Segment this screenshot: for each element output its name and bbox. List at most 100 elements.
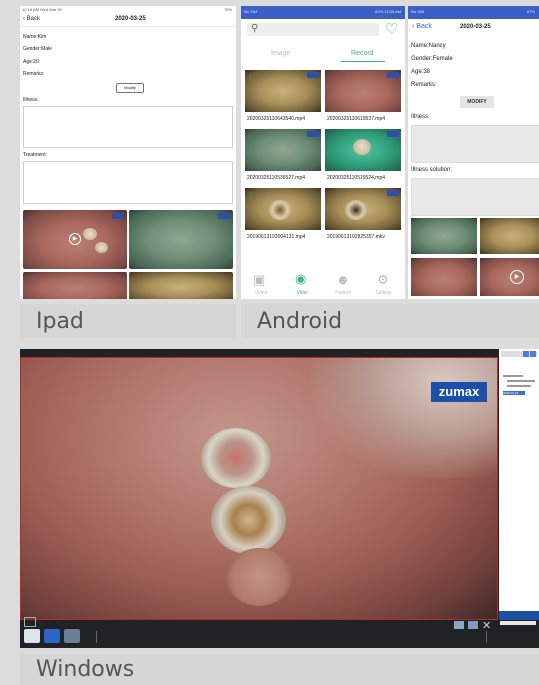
android-patient-screenshot: No SIM 87% ‹ Back 2020-03-25 Name:Nancy … [408, 6, 539, 299]
video-thumbnail[interactable] [325, 129, 401, 171]
folder-icon[interactable] [468, 621, 478, 629]
ipad-gender: Gender:Male [23, 46, 52, 52]
heart-icon[interactable]: ♡ [385, 20, 398, 38]
tab-image[interactable]: Image [271, 50, 290, 57]
video-filename: 20200325110619537.mp4 [327, 116, 386, 122]
android-search-input[interactable]: ⚲ [247, 23, 379, 36]
android-modify-button[interactable]: MODIFY [460, 96, 494, 108]
nav-setting[interactable]: Setting [363, 290, 403, 296]
live-camera-view[interactable]: zumax [20, 357, 498, 620]
android-age: Age:38 [411, 69, 431, 75]
menu-icon[interactable] [24, 617, 36, 627]
video-filename: 20190613192825357.mkv [327, 234, 385, 240]
capture-icon[interactable] [64, 629, 80, 643]
zumax-tag-icon [387, 131, 399, 137]
nav-view[interactable]: View [282, 290, 322, 296]
video-thumbnail[interactable] [325, 188, 401, 230]
nav-video[interactable]: Video [241, 290, 281, 296]
tab-indicator [341, 61, 385, 62]
favorite-icon[interactable]: ♡ [248, 73, 255, 82]
info-icon[interactable] [530, 351, 536, 357]
video-thumbnail[interactable] [325, 70, 401, 112]
ipad-remarks: Remarks: [23, 71, 45, 77]
android-gallery-screenshot: No SIM 82% 11:05 AM ⚲ ♡ Image Record ♡ 2… [241, 6, 405, 299]
ipad-treatment-field[interactable] [23, 161, 233, 204]
ipad-back-button[interactable]: ‹ Back [23, 16, 40, 22]
ipad-thumbnail-image[interactable] [129, 210, 233, 269]
tooth [353, 139, 371, 155]
ipad-modify-button[interactable]: Modify [116, 83, 144, 93]
record-icon[interactable] [44, 629, 60, 643]
tree-item[interactable] [507, 380, 535, 382]
favorite-icon[interactable]: ♡ [248, 191, 255, 200]
ipad-status-battery: 75% [223, 7, 232, 12]
video-filename: 20200325110643540.mp4 [247, 116, 306, 122]
patient-icon[interactable]: ☻ [336, 272, 350, 287]
play-icon[interactable]: ▶ [510, 270, 524, 284]
zumax-tag-icon [307, 72, 319, 78]
zumax-logo: zumax [431, 382, 487, 402]
ipad-screenshot: 10:18 AM Wed Mar 25 75% ‹ Back 2020-03-2… [20, 6, 236, 299]
android-gender: Gender:Female [411, 56, 453, 62]
tooth-back [226, 548, 292, 606]
search-icon: ⚲ [251, 23, 259, 34]
tooth-molar [211, 486, 286, 554]
android-status-carrier: No SIM [244, 9, 258, 14]
zumax-tag-icon [112, 213, 124, 219]
patient-thumbnail[interactable]: ▶ [480, 258, 539, 296]
patient-thumbnail[interactable] [411, 258, 477, 296]
android-illness-field[interactable] [411, 125, 539, 163]
video-filename: 20190613193004131.mp4 [247, 234, 306, 240]
ipad-illness-label: Illness: [23, 97, 39, 103]
android-name: Name:Nancy [411, 43, 446, 49]
divider [20, 26, 236, 27]
ipad-treatment-label: Treatment: [23, 152, 47, 158]
android-illness-label: Illness: [411, 114, 430, 120]
gear-icon[interactable]: ⚙ [377, 272, 389, 288]
eye-icon[interactable]: ◉ [295, 271, 306, 287]
tab-record[interactable]: Record [351, 50, 374, 57]
tooth-crown [201, 428, 271, 488]
ipad-thumbnail-video[interactable]: ▶ [23, 210, 127, 269]
thumbnail-strip[interactable] [500, 621, 536, 625]
android-status-carrier: No SIM [411, 9, 425, 14]
patient-tree-panel: 2020-03-25 [499, 349, 539, 620]
snapshot-icon[interactable] [454, 621, 464, 629]
tooth [345, 200, 367, 220]
video-filename: 20200325110519524.mp4 [327, 175, 386, 181]
android-remarks: Remarks: [411, 82, 437, 88]
settings-icon[interactable] [523, 351, 529, 357]
zumax-tag-icon [387, 72, 399, 78]
zumax-tag-icon [218, 213, 230, 219]
tree-footer [499, 611, 539, 620]
zumax-tag-icon [307, 131, 319, 137]
ipad-illness-field[interactable] [23, 106, 233, 148]
android-status-time: 82% 11:05 AM [375, 9, 401, 14]
patient-thumbnail[interactable] [411, 218, 477, 254]
caption-windows: Windows [20, 654, 539, 685]
video-thumbnail[interactable] [245, 129, 321, 171]
tooth [95, 242, 108, 253]
play-icon[interactable]: ▶ [69, 233, 81, 245]
ipad-status-time: 10:18 AM Wed Mar 25 [22, 7, 62, 12]
android-status-bar: No SIM 87% [408, 6, 539, 19]
video-camera-icon[interactable]: ▣ [253, 272, 265, 288]
divider [486, 631, 487, 643]
chevron-left-icon: ‹ [412, 23, 415, 30]
ipad-thumbnail-image[interactable] [129, 272, 233, 299]
video-thumbnail[interactable]: ♡ [245, 70, 321, 112]
patient-thumbnail[interactable] [480, 218, 539, 254]
android-illness-solution-field[interactable] [411, 178, 539, 216]
tree-item[interactable] [507, 385, 531, 387]
video-thumbnail[interactable]: ♡ [245, 188, 321, 230]
ipad-thumbnail-image[interactable] [23, 272, 127, 299]
android-back-button[interactable]: ‹ Back [412, 23, 432, 30]
palate-region [311, 358, 497, 478]
tooth [269, 200, 291, 220]
android-illness-solution-label: Illness solution: [411, 167, 453, 173]
camera-icon[interactable] [24, 629, 40, 643]
nav-patient[interactable]: Patient [323, 290, 363, 296]
tree-item[interactable] [503, 375, 523, 377]
tree-selected-item[interactable]: 2020-03-25 [503, 391, 525, 395]
caption-ipad: Ipad [20, 304, 236, 338]
